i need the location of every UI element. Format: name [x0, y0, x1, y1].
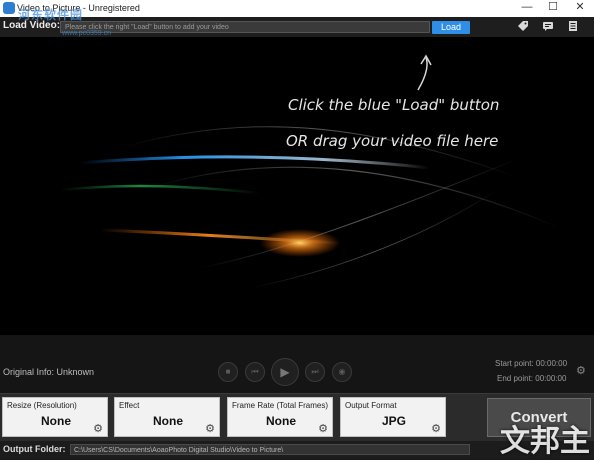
- frame-rate-panel[interactable]: Frame Rate (Total Frames) None ⚙: [227, 397, 333, 437]
- minimize-button[interactable]: —: [514, 0, 540, 17]
- end-point-value: End point: 00:00:00: [497, 374, 567, 383]
- maximize-button[interactable]: ☐: [540, 0, 566, 17]
- original-info-text: Original Info: Unknown: [3, 367, 95, 377]
- snapshot-camera-button[interactable]: ◉: [332, 362, 352, 382]
- effect-panel[interactable]: Effect None ⚙: [114, 397, 220, 437]
- stop-button[interactable]: ■: [218, 362, 238, 382]
- start-point-value: Start point: 00:00:00: [495, 359, 568, 368]
- video-path-input[interactable]: Please click the right "Load" button to …: [60, 21, 430, 33]
- output-format-panel-title: Output Format: [345, 401, 397, 410]
- previous-frame-button[interactable]: ⏮: [245, 362, 265, 382]
- effect-gear-icon[interactable]: ⚙: [205, 422, 215, 435]
- resize-panel[interactable]: Resize (Resolution) None ⚙: [2, 397, 108, 437]
- play-button[interactable]: ▶: [271, 358, 299, 386]
- next-frame-button[interactable]: ⏭: [305, 362, 325, 382]
- frame-rate-panel-title: Frame Rate (Total Frames): [232, 401, 329, 410]
- output-format-panel[interactable]: Output Format JPG ⚙: [340, 397, 446, 437]
- watermark-top-url: www.pc0359.cn: [62, 30, 112, 37]
- output-format-gear-icon[interactable]: ⚙: [431, 422, 441, 435]
- resize-gear-icon[interactable]: ⚙: [93, 422, 103, 435]
- output-folder-label: Output Folder:: [3, 444, 66, 454]
- frame-rate-gear-icon[interactable]: ⚙: [318, 422, 328, 435]
- load-hint-line-2: OR drag your video file here: [286, 132, 499, 150]
- close-button[interactable]: ✕: [567, 0, 593, 17]
- chat-icon[interactable]: [541, 20, 555, 34]
- output-folder-path-input[interactable]: C:\Users\CS\Documents\AoaoPhoto Digital …: [70, 444, 470, 455]
- watermark-bottom-text: 文邦主: [500, 425, 590, 458]
- time-settings-gear-icon[interactable]: ⚙: [576, 364, 586, 377]
- list-icon[interactable]: [566, 20, 580, 34]
- resize-panel-title: Resize (Resolution): [7, 401, 77, 410]
- video-preview-area[interactable]: [0, 38, 594, 335]
- tag-icon[interactable]: [516, 20, 530, 34]
- load-hint-line-1: Click the blue "Load" button: [288, 96, 500, 114]
- app-logo-icon: [3, 2, 15, 14]
- light-streak-graphic: [0, 38, 594, 335]
- load-button[interactable]: Load: [432, 21, 470, 34]
- watermark-top-text: 河东软件园: [18, 8, 84, 22]
- effect-panel-title: Effect: [119, 401, 140, 410]
